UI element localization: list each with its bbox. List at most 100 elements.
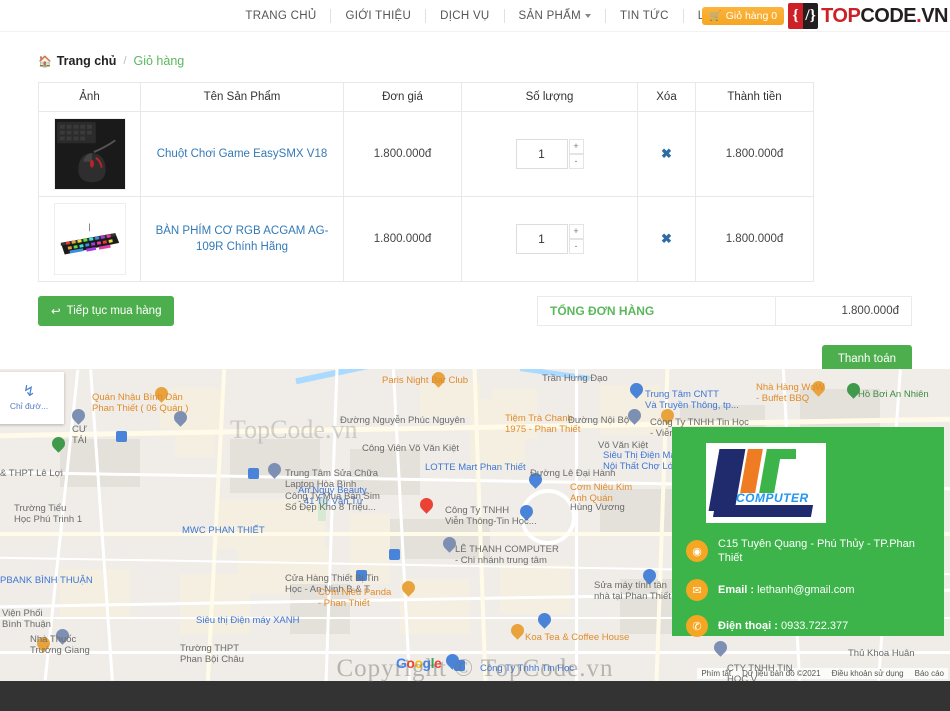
- logo-vn: VN: [921, 4, 948, 27]
- map-pin[interactable]: [155, 387, 168, 404]
- map-pin[interactable]: [432, 372, 445, 389]
- map-pin[interactable]: [56, 629, 69, 646]
- cart-actions: ↩ Tiếp tục mua hàng TỔNG ĐƠN HÀNG 1.800.…: [0, 282, 950, 373]
- quantity-step-buttons: + -: [568, 139, 584, 169]
- directions-arrow-icon: ↯: [22, 383, 36, 400]
- contact-email: Email : lethanh@gmail.com: [718, 583, 855, 597]
- delete-item-icon[interactable]: ✖: [661, 146, 672, 161]
- quantity-input[interactable]: [515, 139, 568, 169]
- map-block: [500, 564, 570, 614]
- header-right-group: 🛒 Giỏ hàng 0 { /} TOPCODE.VN: [702, 0, 950, 32]
- map-pin[interactable]: [847, 383, 860, 400]
- cell-quantity: + -: [461, 196, 638, 282]
- column-header-subtotal: Thành tiền: [695, 82, 814, 112]
- product-link[interactable]: BÀN PHÍM CƠ RGB ACGAM AG-109R Chính Hãng: [145, 223, 339, 255]
- map-pin[interactable]: [714, 641, 727, 658]
- site-logo[interactable]: { /} TOPCODE.VN: [788, 3, 948, 29]
- nav-item-trang-chu[interactable]: TRANG CHỦ: [231, 8, 332, 23]
- quantity-input[interactable]: [515, 224, 568, 254]
- map-pin-primary[interactable]: [420, 498, 440, 524]
- map-pin[interactable]: [630, 383, 643, 400]
- contact-phone-value[interactable]: 0933.722.377: [781, 620, 848, 632]
- breadcrumb-separator: /: [123, 55, 127, 67]
- breadcrumb-home[interactable]: 🏠 Trang chủ: [38, 54, 116, 68]
- map-transit-icon[interactable]: [389, 549, 400, 560]
- map-pin[interactable]: [443, 537, 456, 554]
- map-transit-icon[interactable]: [454, 660, 465, 671]
- logo-bracket-icon: { /}: [788, 3, 819, 29]
- map-pin[interactable]: [628, 409, 641, 426]
- breadcrumb-home-label: Trang chủ: [56, 54, 117, 68]
- logo-mark-right: /}: [803, 3, 819, 29]
- quantity-stepper: + -: [515, 139, 584, 169]
- map-footer-terms[interactable]: Điều khoản sử dụng: [832, 669, 904, 678]
- continue-shopping-button[interactable]: ↩ Tiếp tục mua hàng: [38, 296, 175, 326]
- column-header-price: Đơn giá: [343, 82, 462, 112]
- quantity-increment-button[interactable]: +: [568, 139, 584, 154]
- cell-delete: ✖: [637, 111, 696, 197]
- contact-email-value[interactable]: lethanh@gmail.com: [757, 584, 854, 596]
- cart-table-body: Chuột Chơi Game EasySMX V18 1.800.000đ +…: [38, 111, 814, 282]
- order-total-value: 1.800.000đ: [841, 305, 899, 317]
- map-pin[interactable]: [72, 409, 85, 426]
- map-pin[interactable]: [643, 569, 656, 586]
- home-icon: 🏠: [38, 55, 52, 68]
- map-road: [575, 369, 578, 681]
- nav-label: GIỚI THIỆU: [345, 9, 412, 22]
- map-transit-icon[interactable]: [248, 468, 259, 479]
- envelope-icon: ✉: [686, 579, 708, 601]
- cell-unit-price: 1.800.000đ: [343, 196, 462, 282]
- order-total-label: TỔNG ĐƠN HÀNG: [538, 297, 776, 325]
- map-pin[interactable]: [174, 411, 187, 428]
- map-transit-icon[interactable]: [116, 431, 127, 442]
- map-pin[interactable]: [538, 613, 551, 630]
- map-pin[interactable]: [812, 381, 825, 398]
- nav-label: DỊCH VỤ: [440, 9, 490, 22]
- cart-table: Ảnh Tên Sản Phẩm Đơn giá Số lượng Xóa Th…: [38, 82, 814, 282]
- table-row: Chuột Chơi Game EasySMX V18 1.800.000đ +…: [38, 111, 814, 197]
- map-pin[interactable]: [529, 473, 542, 490]
- quantity-decrement-button[interactable]: -: [568, 239, 584, 254]
- logo-letter-l-foot: [712, 505, 814, 517]
- column-header-product: Tên Sản Phẩm: [140, 82, 344, 112]
- map-pin[interactable]: [268, 463, 281, 480]
- cart-button[interactable]: 🛒 Giỏ hàng 0: [702, 7, 785, 25]
- map-pin[interactable]: [520, 505, 533, 522]
- nav-item-dich-vu[interactable]: DỊCH VỤ: [426, 8, 505, 23]
- contact-email-label: Email :: [718, 584, 755, 596]
- nav-item-san-pham[interactable]: SẢN PHẨM: [505, 8, 606, 23]
- nav-label: TRANG CHỦ: [245, 9, 317, 22]
- cart-header-row: Ảnh Tên Sản Phẩm Đơn giá Số lượng Xóa Th…: [38, 82, 814, 112]
- map-transit-icon[interactable]: [356, 570, 367, 581]
- cart-button-label: Giỏ hàng 0: [725, 10, 778, 22]
- contact-email-row: ✉ Email : lethanh@gmail.com: [686, 579, 930, 601]
- delete-item-icon[interactable]: ✖: [661, 231, 672, 246]
- nav-item-gioi-thieu[interactable]: GIỚI THIỆU: [331, 8, 427, 23]
- map-pin[interactable]: [402, 581, 415, 598]
- nav-item-tin-tuc[interactable]: TIN TỨC: [606, 8, 684, 23]
- map-pin[interactable]: [37, 637, 50, 654]
- map-pin[interactable]: [661, 409, 674, 426]
- map-footer-shortcuts[interactable]: Phím tắt: [701, 669, 731, 678]
- nav-label: SẢN PHẨM: [518, 9, 581, 22]
- quantity-stepper: + -: [515, 224, 584, 254]
- directions-card[interactable]: ↯ Chỉ đườ...: [0, 372, 64, 424]
- map-block: [60, 439, 140, 487]
- quantity-increment-button[interactable]: +: [568, 224, 584, 239]
- map-footer-data: Dữ liệu bản đồ ©2021: [742, 669, 821, 678]
- order-total-group: TỔNG ĐƠN HÀNG 1.800.000đ Thanh toán: [537, 296, 912, 373]
- map-block: [390, 519, 490, 559]
- breadcrumb-current: Giỏ hàng: [133, 54, 185, 68]
- cell-subtotal: 1.800.000đ: [695, 196, 814, 282]
- product-link[interactable]: Chuột Chơi Game EasySMX V18: [145, 146, 339, 162]
- quantity-decrement-button[interactable]: -: [568, 154, 584, 169]
- map-pin[interactable]: [511, 624, 524, 641]
- contact-phone: Điện thoại : 0933.722.377: [718, 619, 848, 633]
- logo-code: CODE: [860, 4, 917, 27]
- map-footer-report[interactable]: Báo cáo: [915, 669, 944, 678]
- column-header-image: Ảnh: [38, 82, 141, 112]
- cell-unit-price: 1.800.000đ: [343, 111, 462, 197]
- map-block: [290, 584, 350, 634]
- map-pin[interactable]: [52, 437, 65, 454]
- map-block: [492, 389, 537, 439]
